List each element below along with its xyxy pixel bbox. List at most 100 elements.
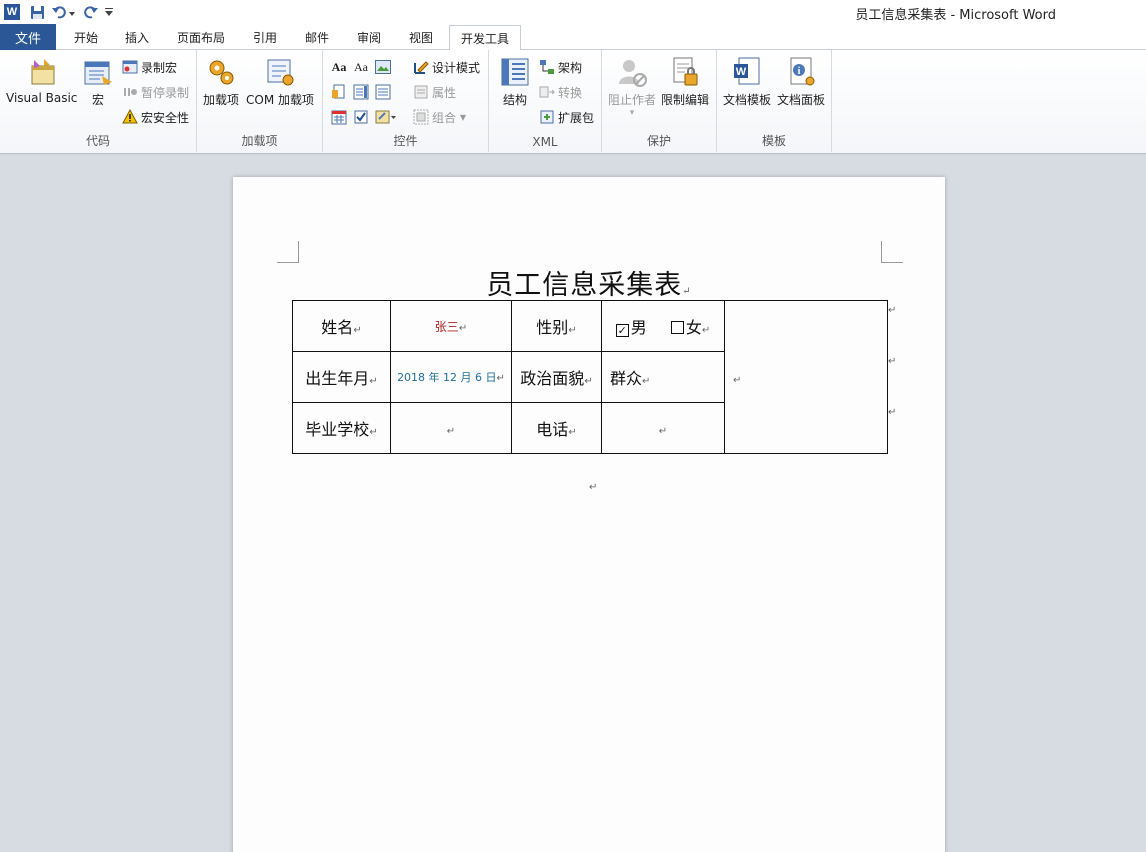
- macro-security-button[interactable]: 宏安全性: [122, 107, 189, 127]
- paragraph-mark: ↵: [642, 376, 651, 387]
- group-xml-label: XML: [532, 135, 558, 149]
- birth-label-cell[interactable]: 出生年月↵: [292, 351, 391, 403]
- ribbon-developer: Visual Basic 宏 录制宏 暂停录制 宏安全性 代码 加载项 COM …: [0, 50, 1146, 154]
- schema-label: 架构: [558, 60, 583, 75]
- block-authors-label: 阻止作者: [608, 93, 657, 107]
- name-value[interactable]: 张三: [435, 320, 459, 334]
- photo-cell[interactable]: ↵: [724, 300, 888, 454]
- gender-options-cell[interactable]: ✓ 男 女↵: [601, 300, 725, 352]
- properties-label: 属性: [432, 85, 457, 100]
- group-icon: [413, 109, 429, 125]
- gender-label: 性别: [536, 318, 569, 337]
- document-template-label: 文档模板: [723, 93, 772, 107]
- school-label-cell[interactable]: 毕业学校↵: [292, 402, 391, 454]
- schema-button[interactable]: 架构: [539, 57, 582, 77]
- expansion-packs-button[interactable]: 扩展包: [539, 107, 594, 127]
- male-option-label: 男: [630, 318, 647, 337]
- female-checkbox[interactable]: [670, 321, 684, 334]
- group-controls: Aa Aa 设计模式 属性 组合 ▾ 控件: [323, 50, 489, 152]
- pause-recording-label: 暂停录制: [141, 85, 190, 100]
- properties-button[interactable]: 属性: [413, 82, 456, 102]
- macros-button[interactable]: 宏: [82, 56, 114, 108]
- dropdown-list-control-icon[interactable]: [374, 83, 392, 101]
- group-protect: 阻止作者 ▾ 限制编辑 保护: [602, 50, 717, 152]
- combo-box-control-icon[interactable]: [352, 83, 370, 101]
- tab-page-layout[interactable]: 页面布局: [164, 24, 238, 50]
- pause-icon: [124, 88, 137, 96]
- school-value-cell[interactable]: ↵: [390, 402, 512, 454]
- block-authors-button[interactable]: 阻止作者 ▾: [608, 56, 656, 118]
- plain-text-control-icon[interactable]: Aa: [352, 58, 370, 76]
- group-templates: W 文档模板 i 文档面板 模板: [717, 50, 832, 152]
- phone-label: 电话: [536, 420, 569, 439]
- svg-text:W: W: [736, 66, 747, 78]
- date-picker-control-icon[interactable]: [330, 108, 348, 126]
- record-macro-button[interactable]: 录制宏: [122, 57, 177, 77]
- legacy-tools-icon[interactable]: [374, 108, 398, 126]
- margin-corner-top-left: [277, 241, 299, 263]
- pause-recording-button[interactable]: 暂停录制: [122, 82, 189, 102]
- redo-icon[interactable]: [82, 3, 100, 21]
- name-value-cell[interactable]: 张三↵: [390, 300, 512, 352]
- document-panel-button[interactable]: i 文档面板: [777, 56, 825, 108]
- group-controls-button[interactable]: 组合 ▾: [413, 107, 466, 127]
- chevron-down-icon: ▾: [460, 110, 467, 124]
- word-app-icon[interactable]: W: [4, 4, 20, 20]
- customize-qat-icon[interactable]: [104, 3, 114, 21]
- gender-label-cell[interactable]: 性别↵: [511, 300, 602, 352]
- warning-icon: [122, 109, 138, 124]
- tab-view[interactable]: 视图: [398, 24, 444, 50]
- design-mode-label: 设计模式: [432, 60, 481, 75]
- name-label-cell[interactable]: 姓名↵: [292, 300, 391, 352]
- phone-value-cell[interactable]: ↵: [601, 402, 725, 454]
- structure-button[interactable]: 结构: [499, 56, 531, 108]
- birth-date-value[interactable]: 2018 年 12 月 6 日: [397, 371, 496, 384]
- paragraph-mark: ↵: [369, 427, 378, 438]
- birth-date-cell[interactable]: 2018 年 12 月 6 日↵: [390, 351, 512, 403]
- tab-insert[interactable]: 插入: [114, 24, 160, 50]
- tab-mailings[interactable]: 邮件: [294, 24, 340, 50]
- politics-value-cell[interactable]: 群众↵: [601, 351, 725, 403]
- addins-label: 加载项: [203, 93, 240, 107]
- document-title-text: 员工信息采集表: [486, 270, 683, 301]
- save-icon[interactable]: [28, 3, 46, 21]
- rich-text-control-icon[interactable]: Aa: [330, 58, 348, 76]
- tab-references[interactable]: 引用: [242, 24, 288, 50]
- phone-label-cell[interactable]: 电话↵: [511, 402, 602, 454]
- undo-icon[interactable]: [50, 3, 76, 21]
- paragraph-mark: ↵: [369, 376, 378, 387]
- tab-home[interactable]: 开始: [58, 24, 114, 50]
- chevron-down-icon: ▾: [629, 108, 635, 118]
- check-box-control-icon[interactable]: [352, 108, 370, 126]
- design-mode-button[interactable]: 设计模式: [413, 57, 480, 77]
- group-label: 组合: [432, 110, 457, 125]
- politics-value[interactable]: 群众: [610, 369, 642, 388]
- politics-label: 政治面貌: [520, 369, 585, 388]
- male-checkbox[interactable]: ✓: [615, 324, 629, 337]
- tab-file[interactable]: 文件: [0, 24, 56, 50]
- building-block-control-icon[interactable]: [330, 83, 348, 101]
- restrict-editing-icon: [673, 57, 698, 86]
- addins-button[interactable]: 加载项: [203, 56, 239, 108]
- margin-corner-top-right: [881, 241, 903, 263]
- document-heading[interactable]: 员工信息采集表↵: [233, 263, 945, 302]
- transform-button[interactable]: 转换: [539, 82, 582, 102]
- gears-icon: [209, 60, 234, 85]
- visual-basic-button[interactable]: Visual Basic: [6, 56, 77, 105]
- politics-label-cell[interactable]: 政治面貌↵: [511, 351, 602, 403]
- paragraph-mark: ↵: [458, 322, 468, 334]
- document-page[interactable]: 员工信息采集表↵ 姓名↵ 张三↵ 性别↵ ✓ 男 女↵ ↵ 出生年月↵ 2018 …: [233, 177, 945, 852]
- paragraph-mark: ↵: [682, 286, 692, 297]
- picture-control-icon[interactable]: [374, 58, 392, 76]
- employee-info-table[interactable]: 姓名↵ 张三↵ 性别↵ ✓ 男 女↵ ↵ 出生年月↵ 2018 年 12 月 6 …: [292, 300, 888, 454]
- visual-basic-icon: [31, 59, 55, 85]
- record-macro-label: 录制宏: [141, 60, 178, 75]
- com-addins-button[interactable]: COM 加载项: [246, 56, 314, 108]
- school-label: 毕业学校: [305, 420, 370, 439]
- tab-developer[interactable]: 开发工具: [449, 25, 521, 52]
- tab-review[interactable]: 审阅: [346, 24, 392, 50]
- structure-label: 结构: [502, 93, 527, 107]
- document-template-button[interactable]: W 文档模板: [723, 56, 771, 108]
- document-canvas[interactable]: 员工信息采集表↵ 姓名↵ 张三↵ 性别↵ ✓ 男 女↵ ↵ 出生年月↵ 2018 …: [0, 155, 1146, 852]
- restrict-editing-button[interactable]: 限制编辑: [661, 56, 709, 108]
